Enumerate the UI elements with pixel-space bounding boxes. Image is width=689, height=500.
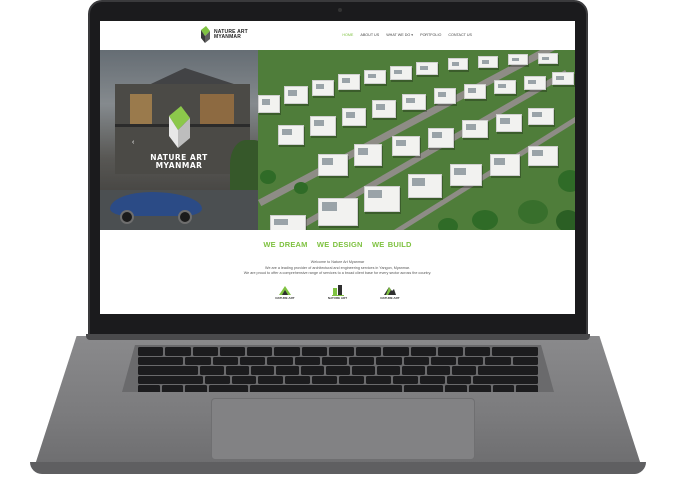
service-label: NATURE ART bbox=[327, 296, 348, 300]
site-header: NATURE ART MYANMAR HOME ABOUT US WHAT WE… bbox=[100, 21, 575, 50]
slider-prev-arrow[interactable]: ‹ bbox=[132, 139, 134, 146]
site-logo[interactable]: NATURE ART MYANMAR bbox=[200, 25, 248, 45]
trackpad bbox=[211, 398, 475, 460]
logo-text-line2: MYANMAR bbox=[214, 34, 242, 40]
intro-line-3: We are proud to offer a comprehensive ra… bbox=[243, 271, 432, 275]
laptop-hinge bbox=[86, 334, 590, 340]
laptop-screen: NATURE ART MYANMAR HOME ABOUT US WHAT WE… bbox=[100, 21, 575, 314]
leaf-logo-icon bbox=[169, 106, 190, 148]
tagline-dream: WE DREAM bbox=[263, 240, 308, 249]
nav-home[interactable]: HOME bbox=[342, 33, 353, 37]
service-label: NATURE ART bbox=[380, 296, 400, 300]
intro-text: Welcome to Nature Art Myanmar We are a l… bbox=[100, 260, 575, 277]
tagline-design: WE DESIGN bbox=[316, 240, 363, 249]
engineering-icon bbox=[383, 283, 397, 295]
service-label: NATURE ART bbox=[275, 296, 295, 300]
hero-slider: NATURE ART MYANMAR ‹ bbox=[100, 50, 575, 230]
tagline-build: WE BUILD bbox=[371, 240, 412, 249]
service-architecture[interactable]: NATURE ART bbox=[323, 283, 353, 300]
nav-portfolio[interactable]: PORTFOLIO bbox=[420, 33, 441, 37]
laptop-base-bottom bbox=[30, 462, 646, 474]
camera-icon bbox=[338, 8, 342, 12]
construction-icon bbox=[278, 283, 292, 295]
leaf-logo-icon bbox=[200, 26, 211, 44]
architecture-icon bbox=[331, 283, 345, 296]
hero-house-image: NATURE ART MYANMAR ‹ bbox=[100, 50, 258, 230]
laptop-mockup: NATURE ART MYANMAR HOME ABOUT US WHAT WE… bbox=[0, 0, 689, 500]
service-construction[interactable]: NATURE ART bbox=[270, 283, 300, 300]
services-row: NATURE ART NATURE ART NATURE ART bbox=[270, 283, 405, 300]
nav-about-us[interactable]: ABOUT US bbox=[360, 33, 379, 37]
main-nav: HOME ABOUT US WHAT WE DO ▾ PORTFOLIO CON… bbox=[342, 33, 472, 37]
hero-aerial-image bbox=[258, 50, 575, 230]
nav-contact-us[interactable]: CONTACT US bbox=[448, 33, 472, 37]
keyboard bbox=[122, 345, 554, 392]
hero-logo-line2: MYANMAR bbox=[155, 161, 203, 170]
hero-logo: NATURE ART MYANMAR bbox=[144, 106, 214, 170]
nav-what-we-do[interactable]: WHAT WE DO ▾ bbox=[386, 33, 413, 37]
service-engineering[interactable]: NATURE ART bbox=[375, 283, 405, 300]
tagline: WE DREAM WE DESIGN WE BUILD bbox=[100, 240, 575, 249]
